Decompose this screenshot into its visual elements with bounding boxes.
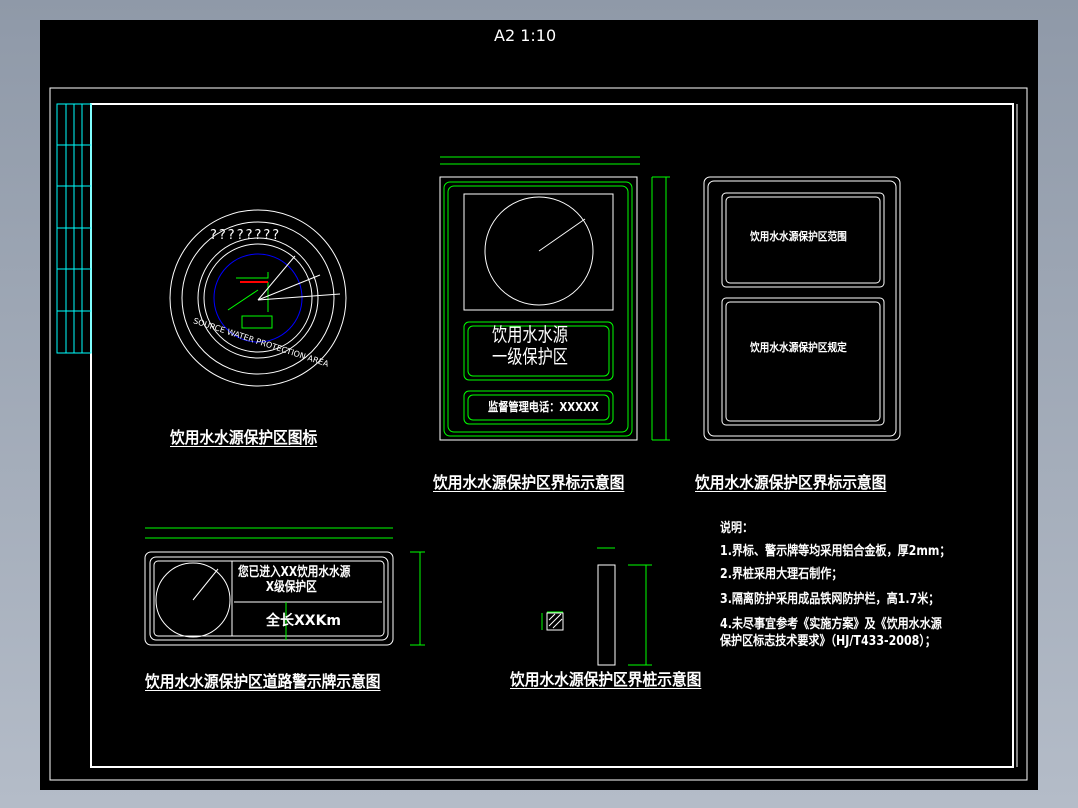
boundary-sign-caption: 饮用水水源保护区界标示意图 xyxy=(433,473,625,492)
note-item: 保护区标志技术要求》（HJ/T433-2008）； xyxy=(720,634,936,649)
road-sign-line2: X级保护区 xyxy=(265,580,317,595)
road-sign-length: 全长XXKm xyxy=(266,613,342,629)
emblem-top-text: ???????? xyxy=(210,228,282,243)
info-sign-rules-text: 饮用水水源保护区规定 xyxy=(750,341,847,354)
main-text-line2: 一级保护区 xyxy=(492,346,569,368)
road-sign-caption: 饮用水水源保护区道路警示牌示意图 xyxy=(145,672,381,691)
info-sign-caption: 饮用水水源保护区界标示意图 xyxy=(695,473,887,492)
drawing-title: A2 1:10 xyxy=(494,26,557,45)
pile-caption: 饮用水水源保护区界桩示意图 xyxy=(510,670,702,689)
main-text-line1: 饮用水水源 xyxy=(492,324,569,346)
boundary-sign-main-text: 饮用水水源 一级保护区 xyxy=(492,324,568,368)
note-item: 3.隔离防护采用成品铁网防护栏，高1.7米； xyxy=(720,592,940,607)
emblem-caption: 饮用水水源保护区图标 xyxy=(170,428,318,447)
boundary-sign-phone: 监督管理电话：XXXXX xyxy=(488,400,599,414)
title-block xyxy=(56,103,92,354)
drawing-sheet: A2 1:10 ???????? SOURCE WATER PROTECTION… xyxy=(40,20,1038,790)
pile-drawing xyxy=(541,547,652,666)
notes-heading: 说明： xyxy=(720,521,754,536)
info-sign-drawing xyxy=(703,176,901,441)
note-item: 2.界桩采用大理石制作； xyxy=(720,567,843,582)
road-sign-line1: 您已进入XX饮用水水源 xyxy=(238,565,351,580)
note-item: 1.界标、警示牌等均采用铝合金板，厚2mm； xyxy=(720,544,951,559)
road-sign-text: 您已进入XX饮用水水源 X级保护区 xyxy=(238,565,350,595)
info-sign-range-text: 饮用水水源保护区范围 xyxy=(750,230,847,243)
note-item: 4.未尽事宜参考《实施方案》及《饮用水水源 xyxy=(720,617,942,632)
notes: 说明： 1.界标、警示牌等均采用铝合金板，厚2mm； 2.界桩采用大理石制作； … xyxy=(720,520,950,650)
